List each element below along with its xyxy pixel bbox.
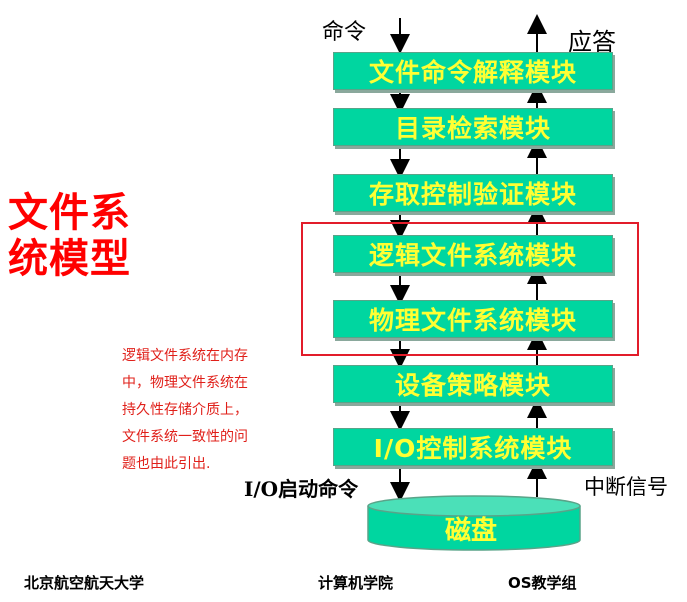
interrupt-label: 中断信号 <box>584 475 668 499</box>
diagram-title-line-2: 统模型 <box>8 236 131 282</box>
module-device-strategy: 设备策略模块 <box>333 365 613 403</box>
footer-group: OS教学组 <box>508 574 577 592</box>
module-io-control: I/O控制系统模块 <box>333 428 613 466</box>
diagram-title-line-1: 文件系 <box>8 190 131 236</box>
note-line: 中，物理文件系统在 <box>122 375 248 391</box>
module-command-interpreter: 文件命令解释模块 <box>333 52 613 90</box>
note-line: 持久性存储介质上， <box>122 402 248 418</box>
command-label: 命令 <box>322 20 367 45</box>
io-start-label: I/O启动命令 <box>244 477 359 501</box>
module-directory-search: 目录检索模块 <box>333 108 613 146</box>
explanatory-note: 逻辑文件系统在内存 中，物理文件系统在 持久性存储介质上， 文件系统一致性的问 … <box>122 343 282 478</box>
disk-label: 磁盘 <box>445 516 498 546</box>
highlight-box <box>301 222 639 356</box>
footer-school: 计算机学院 <box>318 574 394 592</box>
module-access-control: 存取控制验证模块 <box>333 174 613 212</box>
note-line: 文件系统一致性的问 <box>122 429 248 445</box>
footer-university: 北京航空航天大学 <box>24 574 145 592</box>
note-line: 逻辑文件系统在内存 <box>122 348 248 364</box>
